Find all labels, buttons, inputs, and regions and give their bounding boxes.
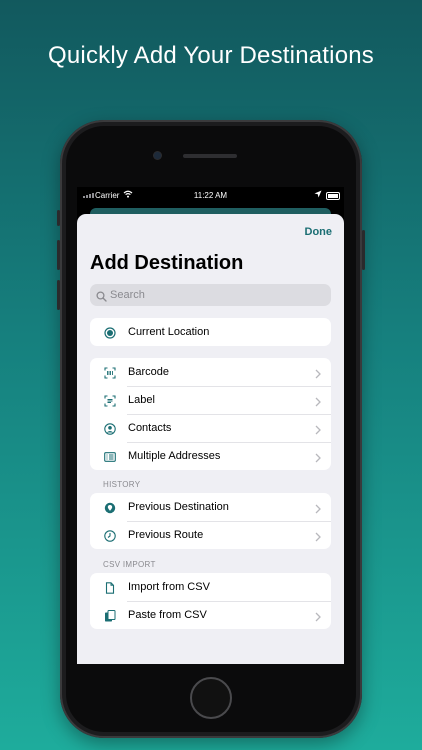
- battery-icon: [326, 192, 340, 200]
- list-item-import-from-csv[interactable]: Import from CSV: [90, 573, 331, 601]
- list-item-label: Multiple Addresses: [128, 450, 221, 462]
- chevron-right-icon: [315, 450, 321, 468]
- promo-headline: Quickly Add Your Destinations: [48, 42, 374, 69]
- list-item-label-scan[interactable]: Label: [90, 386, 331, 414]
- phone-power-button: [362, 230, 365, 270]
- list-item-previous-destination[interactable]: Previous Destination: [90, 493, 331, 521]
- list-item-label: Import from CSV: [128, 581, 210, 593]
- location-target-icon: [104, 326, 116, 339]
- list-item-previous-route[interactable]: Previous Route: [90, 521, 331, 549]
- status-time: 11:22 AM: [193, 191, 228, 200]
- location-services-icon: [314, 190, 322, 200]
- chevron-right-icon: [315, 529, 321, 547]
- done-button[interactable]: Done: [305, 226, 333, 238]
- search-input[interactable]: Search: [90, 284, 331, 306]
- list-item-paste-from-csv[interactable]: Paste from CSV: [90, 601, 331, 629]
- home-button[interactable]: [190, 677, 232, 719]
- list-item-barcode[interactable]: Barcode: [90, 358, 331, 386]
- phone-mute-switch: [57, 210, 60, 226]
- map-pin-icon: [104, 501, 116, 514]
- front-camera: [154, 152, 161, 159]
- status-bar: Carrier 11:22 AM: [77, 187, 344, 205]
- current-location-group: Current Location: [90, 318, 331, 346]
- earpiece-speaker: [183, 154, 237, 158]
- list-item-label: Barcode: [128, 366, 169, 378]
- chevron-right-icon: [315, 366, 321, 384]
- list-item-label: Paste from CSV: [128, 609, 207, 621]
- list-item-label: Previous Destination: [128, 501, 229, 513]
- barcode-scan-icon: [104, 366, 116, 379]
- chevron-right-icon: [315, 422, 321, 440]
- list-item-label: Current Location: [128, 326, 210, 338]
- add-destination-sheet: Done Add Destination Search Current Loca…: [77, 214, 344, 664]
- list-item-contacts[interactable]: Contacts: [90, 414, 331, 442]
- person-circle-icon: [104, 422, 116, 435]
- clock-icon: [104, 529, 116, 542]
- list-item-label: Contacts: [128, 422, 172, 434]
- list-item-current-location[interactable]: Current Location: [90, 318, 331, 346]
- chevron-right-icon: [315, 394, 321, 412]
- chevron-right-icon: [315, 501, 321, 519]
- phone-screen: Carrier 11:22 AM Done Add Destination Se…: [77, 187, 344, 664]
- text-scan-icon: [104, 394, 116, 407]
- chevron-right-icon: [315, 609, 321, 627]
- history-group: Previous Destination Previous Route: [90, 493, 331, 549]
- phone-volume-down-button: [57, 280, 60, 310]
- search-icon: [96, 289, 107, 307]
- csv-import-group: Import from CSV Paste from CSV: [90, 573, 331, 629]
- section-header-csv-import: CSV IMPORT: [103, 560, 156, 569]
- list-card-icon: [104, 450, 116, 462]
- list-item-multiple-addresses[interactable]: Multiple Addresses: [90, 442, 331, 470]
- list-item-label: Previous Route: [128, 529, 204, 541]
- page-title: Add Destination: [90, 252, 244, 274]
- section-header-history: HISTORY: [103, 480, 141, 489]
- list-item-label: Label: [128, 394, 155, 406]
- phone-volume-up-button: [57, 240, 60, 270]
- clipboard-copy-icon: [104, 609, 116, 622]
- search-placeholder: Search: [110, 289, 145, 301]
- add-options-group: Barcode Label Contacts Multiple Addresse…: [90, 358, 331, 470]
- document-icon: [104, 581, 116, 594]
